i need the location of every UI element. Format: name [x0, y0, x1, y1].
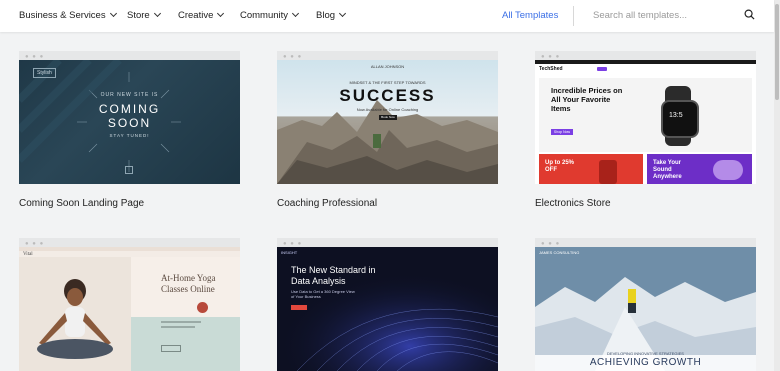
template-preview[interactable]: JAMES CONSULTING DEVELOPING INNOVATIVE S…: [535, 247, 756, 371]
template-preview[interactable]: TechShed Incredible Prices on All Your F…: [535, 60, 756, 184]
decorative-circle: [197, 302, 208, 313]
template-card-electronics[interactable]: ● ● ● TechShed Incredible Prices on All …: [535, 51, 756, 184]
nav-blog[interactable]: Blog: [316, 9, 347, 21]
preview-heading: COMING: [98, 102, 161, 116]
preview-cta: Shop Now: [551, 129, 573, 135]
card-title[interactable]: Coming Soon Landing Page: [19, 198, 144, 209]
nav-divider: [573, 6, 574, 26]
preview-brand: ALLAN JOHNSON: [370, 64, 405, 69]
chevron-down-icon: [217, 9, 225, 18]
preview-line: Use Data to Get a 360 Degree View of You…: [291, 289, 355, 299]
preview-cta: [291, 305, 307, 310]
template-card-data-analysis[interactable]: ● ● ● INSIGHT The New Standard in Data A…: [277, 238, 498, 371]
preview-topbar: [535, 60, 756, 64]
nav-label: Community: [240, 10, 289, 21]
preview-brand: Stylish: [33, 68, 56, 78]
template-card-yoga[interactable]: ● ● ● Vital At-Home Yoga Classes Online: [19, 238, 240, 371]
preview-brand: JAMES CONSULTING: [539, 250, 580, 255]
preview-cta: Book Now: [379, 115, 397, 120]
preview-heading: The New Standard in Data Analysis: [291, 265, 376, 286]
template-card-coming-soon[interactable]: ● ● ● Stylish OUR NEW SITE IS COMING SOO…: [19, 51, 240, 184]
watch-image: 13:5: [655, 86, 713, 148]
preview-heading: Incredible Prices on All Your Favorite I…: [551, 86, 623, 113]
preview-line: OUR NEW SITE IS: [100, 92, 159, 98]
nav-creative[interactable]: Creative: [178, 9, 225, 21]
preview-heading: SUCCESS: [339, 86, 436, 105]
template-card-coaching[interactable]: ● ● ● ALLAN JOHNSON MINDSET & THE FIRST …: [277, 51, 498, 184]
preview-brand: INSIGHT: [281, 250, 298, 255]
preview-heading: SOON: [107, 116, 152, 130]
chevron-down-icon: [153, 9, 161, 18]
preview-scroll-icon: [125, 166, 133, 174]
template-card-consulting[interactable]: ● ● ● JAMES CONSULTING DEVELOPING INNOVA…: [535, 238, 756, 371]
scrollbar-thumb[interactable]: [775, 4, 779, 100]
nav-business-services[interactable]: Business & Services: [19, 9, 117, 21]
promo-tile: Take Your Sound Anywhere: [647, 154, 752, 184]
chevron-down-icon: [109, 9, 117, 18]
nav-label: Blog: [316, 10, 336, 21]
card-title[interactable]: Electronics Store: [535, 198, 611, 209]
template-preview[interactable]: ALLAN JOHNSON MINDSET & THE FIRST STEP T…: [277, 60, 498, 184]
card-title[interactable]: Coaching Professional: [277, 198, 377, 209]
mountain-image: [277, 100, 498, 184]
nav-label: Store: [127, 10, 150, 21]
chevron-down-icon: [292, 9, 300, 18]
preview-search-button: [597, 67, 607, 71]
template-preview[interactable]: Vital At-Home Yoga Classes Online: [19, 247, 240, 371]
preview-brand: TechShed: [539, 66, 563, 72]
all-templates-link[interactable]: All Templates: [502, 10, 558, 21]
preview-heading: At-Home Yoga Classes Online: [161, 273, 216, 294]
chevron-down-icon: [338, 9, 347, 18]
search-input[interactable]: Search all templates...: [593, 10, 687, 21]
nav-label: Creative: [178, 10, 214, 21]
nav-store[interactable]: Store: [127, 9, 161, 21]
preview-heading: ACHIEVING GROWTH: [589, 357, 702, 368]
nav-community[interactable]: Community: [240, 9, 300, 21]
scrollbar[interactable]: [774, 0, 780, 371]
search-icon[interactable]: [744, 9, 755, 20]
nav-label: Business & Services: [19, 10, 106, 21]
template-preview[interactable]: Stylish OUR NEW SITE IS COMING SOON STAY…: [19, 60, 240, 184]
template-preview[interactable]: INSIGHT The New Standard in Data Analysi…: [277, 247, 498, 371]
top-navigation: Business & Services Store Creative Commu…: [0, 0, 774, 32]
preview-line: Now Available for Online Coaching: [356, 107, 419, 112]
preview-line: MINDSET & THE FIRST STEP TOWARDS: [349, 80, 426, 85]
yoga-photo: [19, 257, 131, 371]
preview-line: STAY TUNED!: [109, 133, 150, 138]
promo-tile: Up to 25% OFF: [539, 154, 643, 184]
